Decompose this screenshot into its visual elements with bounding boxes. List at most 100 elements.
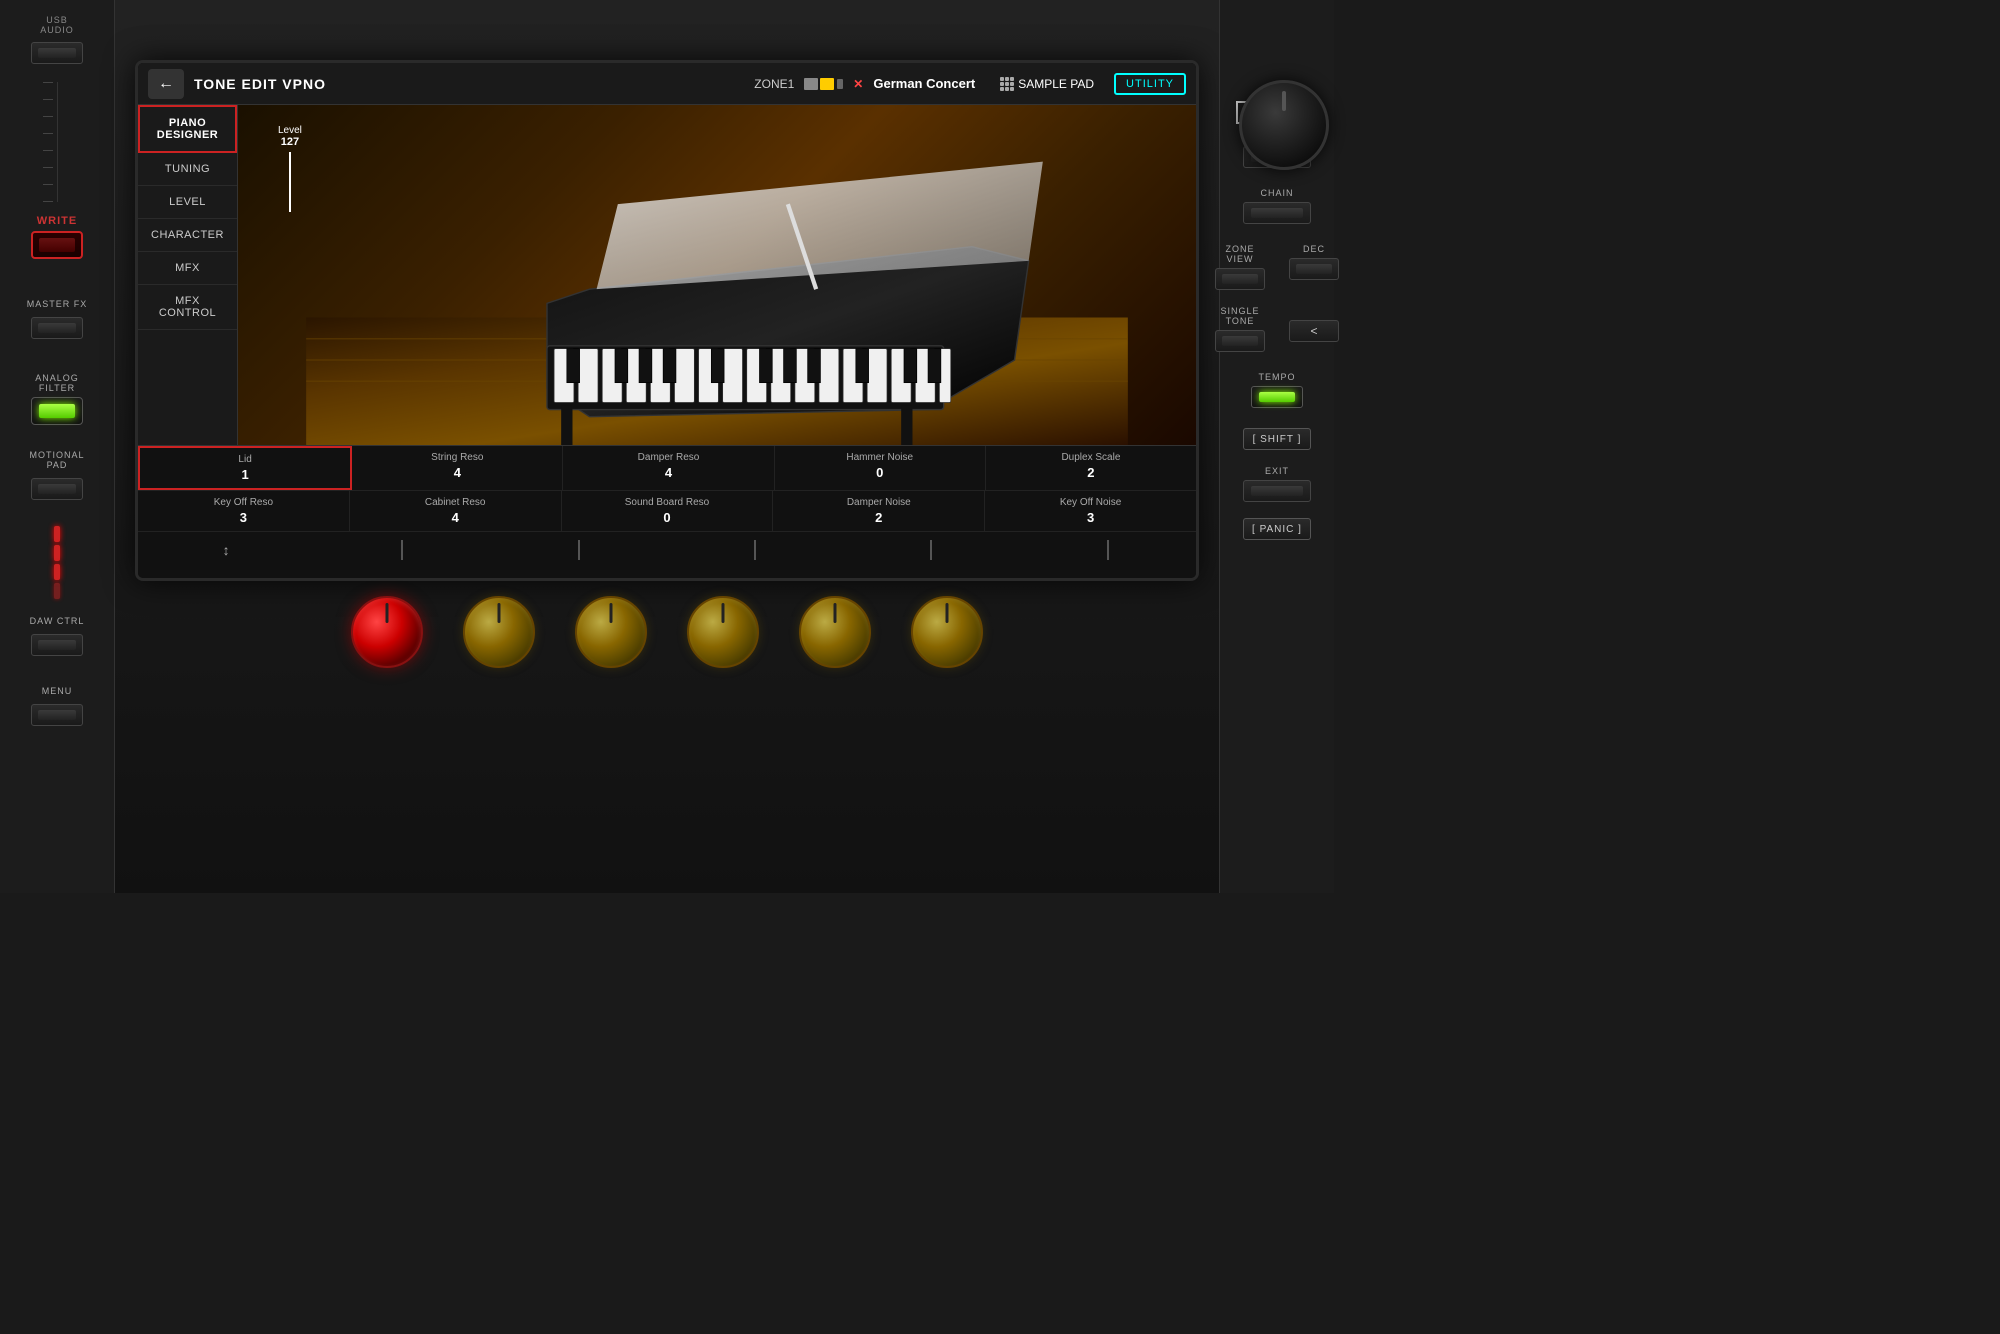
param-name-cabinet-reso: Cabinet Reso: [358, 497, 553, 508]
knob-3[interactable]: [575, 596, 647, 668]
single-tone-section: SINGLE TONE: [1205, 306, 1275, 352]
knob-1[interactable]: [351, 596, 423, 668]
nav-item-character[interactable]: CHARACTER: [138, 219, 237, 252]
nav-item-level[interactable]: LEVEL: [138, 186, 237, 219]
zone-label: ZONE1: [754, 77, 794, 91]
param-cell-damper-reso[interactable]: Damper Reso 4: [563, 446, 774, 490]
param-value-cabinet-reso: 4: [358, 510, 553, 525]
param-value-key-off-reso: 3: [146, 510, 341, 525]
less-than-label: <: [1310, 324, 1317, 338]
nav-item-tuning[interactable]: TUNING: [138, 153, 237, 186]
param-value-hammer-noise: 0: [783, 465, 977, 480]
knob-2[interactable]: [463, 596, 535, 668]
usb-audio-button[interactable]: [31, 42, 83, 64]
shift-button[interactable]: [ SHIFT ]: [1243, 428, 1311, 450]
knob-4[interactable]: [687, 596, 759, 668]
write-button[interactable]: [31, 231, 83, 259]
fader-row: ↕: [138, 532, 1196, 568]
exit-section: EXIT: [1220, 466, 1334, 502]
nav-label-2: LEVEL: [169, 196, 206, 208]
sample-pad-button[interactable]: SAMPLE PAD: [1000, 77, 1094, 91]
zone-block-1: [804, 78, 818, 90]
piano-svg: [238, 105, 1196, 445]
dec-label: DEC: [1303, 244, 1325, 254]
param-cell-sound-board-reso[interactable]: Sound Board Reso 0: [562, 491, 774, 531]
knob-4-marker: [722, 603, 725, 623]
piano-image-area: Level 127: [238, 105, 1196, 445]
shift-section: [ SHIFT ]: [1220, 428, 1334, 450]
grid-icon: [1000, 77, 1014, 91]
usb-audio-label: USB AUDIO: [40, 15, 74, 35]
nav-item-piano-designer[interactable]: PIANO DESIGNER: [138, 105, 237, 153]
instrument-name: German Concert: [873, 76, 975, 91]
analog-filter-button[interactable]: [31, 397, 83, 425]
nav-item-mfx-control[interactable]: MFX CONTROL: [138, 285, 237, 330]
motional-pad-button[interactable]: [31, 478, 83, 500]
param-cell-duplex-scale[interactable]: Duplex Scale 2: [986, 446, 1196, 490]
param-name-key-off-reso: Key Off Reso: [146, 497, 341, 508]
sample-pad-label: SAMPLE PAD: [1018, 77, 1094, 91]
knob-6[interactable]: [911, 596, 983, 668]
less-than-button[interactable]: <: [1289, 320, 1339, 342]
fader-cell-1[interactable]: [314, 540, 490, 560]
zone-block-3: [837, 79, 843, 89]
single-tone-button[interactable]: [1215, 330, 1265, 352]
param-name-lid: Lid: [148, 454, 342, 465]
nav-item-mfx[interactable]: MFX: [138, 252, 237, 285]
fader-cell-arrows: ↕: [138, 542, 314, 558]
zone-view-button[interactable]: [1215, 268, 1265, 290]
panic-button[interactable]: [ PANIC ]: [1243, 518, 1311, 540]
panic-section: [ PANIC ]: [1220, 518, 1334, 540]
knob-5-marker: [834, 603, 837, 623]
nav-label-0: PIANO DESIGNER: [157, 117, 218, 141]
back-button[interactable]: ←: [148, 69, 184, 99]
exit-button[interactable]: [1243, 480, 1311, 502]
param-cell-damper-noise[interactable]: Damper Noise 2: [773, 491, 985, 531]
panic-label: [ PANIC ]: [1252, 524, 1302, 535]
utility-button[interactable]: UTILITY: [1114, 73, 1186, 95]
dec-button[interactable]: [1289, 258, 1339, 280]
shift-label: [ SHIFT ]: [1253, 434, 1302, 445]
param-name-sound-board-reso: Sound Board Reso: [570, 497, 765, 508]
left-panel: USB AUDIO: [0, 0, 115, 893]
param-row-2: Key Off Reso 3 Cabinet Reso 4 Sound Boar…: [138, 491, 1196, 532]
fader-cell-4[interactable]: [843, 540, 1019, 560]
param-cell-string-reso[interactable]: String Reso 4: [352, 446, 563, 490]
zone-block-2: [820, 78, 834, 90]
param-cell-key-off-noise[interactable]: Key Off Noise 3: [985, 491, 1196, 531]
daw-ctrl-button[interactable]: [31, 634, 83, 656]
nav-label-4: MFX: [175, 262, 200, 274]
master-fx-button[interactable]: [31, 317, 83, 339]
knob-1-marker: [386, 603, 389, 623]
device-body: USB AUDIO: [0, 0, 1334, 893]
less-than-section: <: [1279, 306, 1349, 342]
fader-cell-2[interactable]: [491, 540, 667, 560]
exit-label: EXIT: [1265, 466, 1289, 476]
param-value-key-off-noise: 3: [993, 510, 1188, 525]
param-cell-cabinet-reso[interactable]: Cabinet Reso 4: [350, 491, 562, 531]
chain-label: CHAIN: [1260, 188, 1293, 198]
nav-label-1: TUNING: [165, 163, 210, 175]
fader-arrows-icon: ↕: [223, 542, 230, 558]
nav-label-5: MFX CONTROL: [159, 295, 216, 319]
param-cell-lid[interactable]: Lid 1: [138, 446, 352, 490]
chain-button[interactable]: [1243, 202, 1311, 224]
fader-cell-3[interactable]: [667, 540, 843, 560]
param-cell-hammer-noise[interactable]: Hammer Noise 0: [775, 446, 986, 490]
topbar-title: TONE EDIT VPNO: [194, 76, 326, 92]
zone-view-label: ZONE VIEW: [1225, 244, 1254, 264]
screen-bezel: ← TONE EDIT VPNO ZONE1 ✕ German Concert: [135, 60, 1199, 581]
param-value-lid: 1: [148, 467, 342, 482]
menu-button[interactable]: [31, 704, 83, 726]
knob-5[interactable]: [799, 596, 871, 668]
knob-2-marker: [498, 603, 501, 623]
param-name-damper-noise: Damper Noise: [781, 497, 976, 508]
nav-label-3: CHARACTER: [151, 229, 224, 241]
fader-cell-5[interactable]: [1020, 540, 1196, 560]
param-cell-key-off-reso[interactable]: Key Off Reso 3: [138, 491, 350, 531]
large-dial[interactable]: [1239, 80, 1329, 170]
tempo-button[interactable]: [1251, 386, 1303, 408]
motional-pad-label: MOTIONAL PAD: [29, 450, 84, 470]
param-value-sound-board-reso: 0: [570, 510, 765, 525]
param-value-damper-noise: 2: [781, 510, 976, 525]
